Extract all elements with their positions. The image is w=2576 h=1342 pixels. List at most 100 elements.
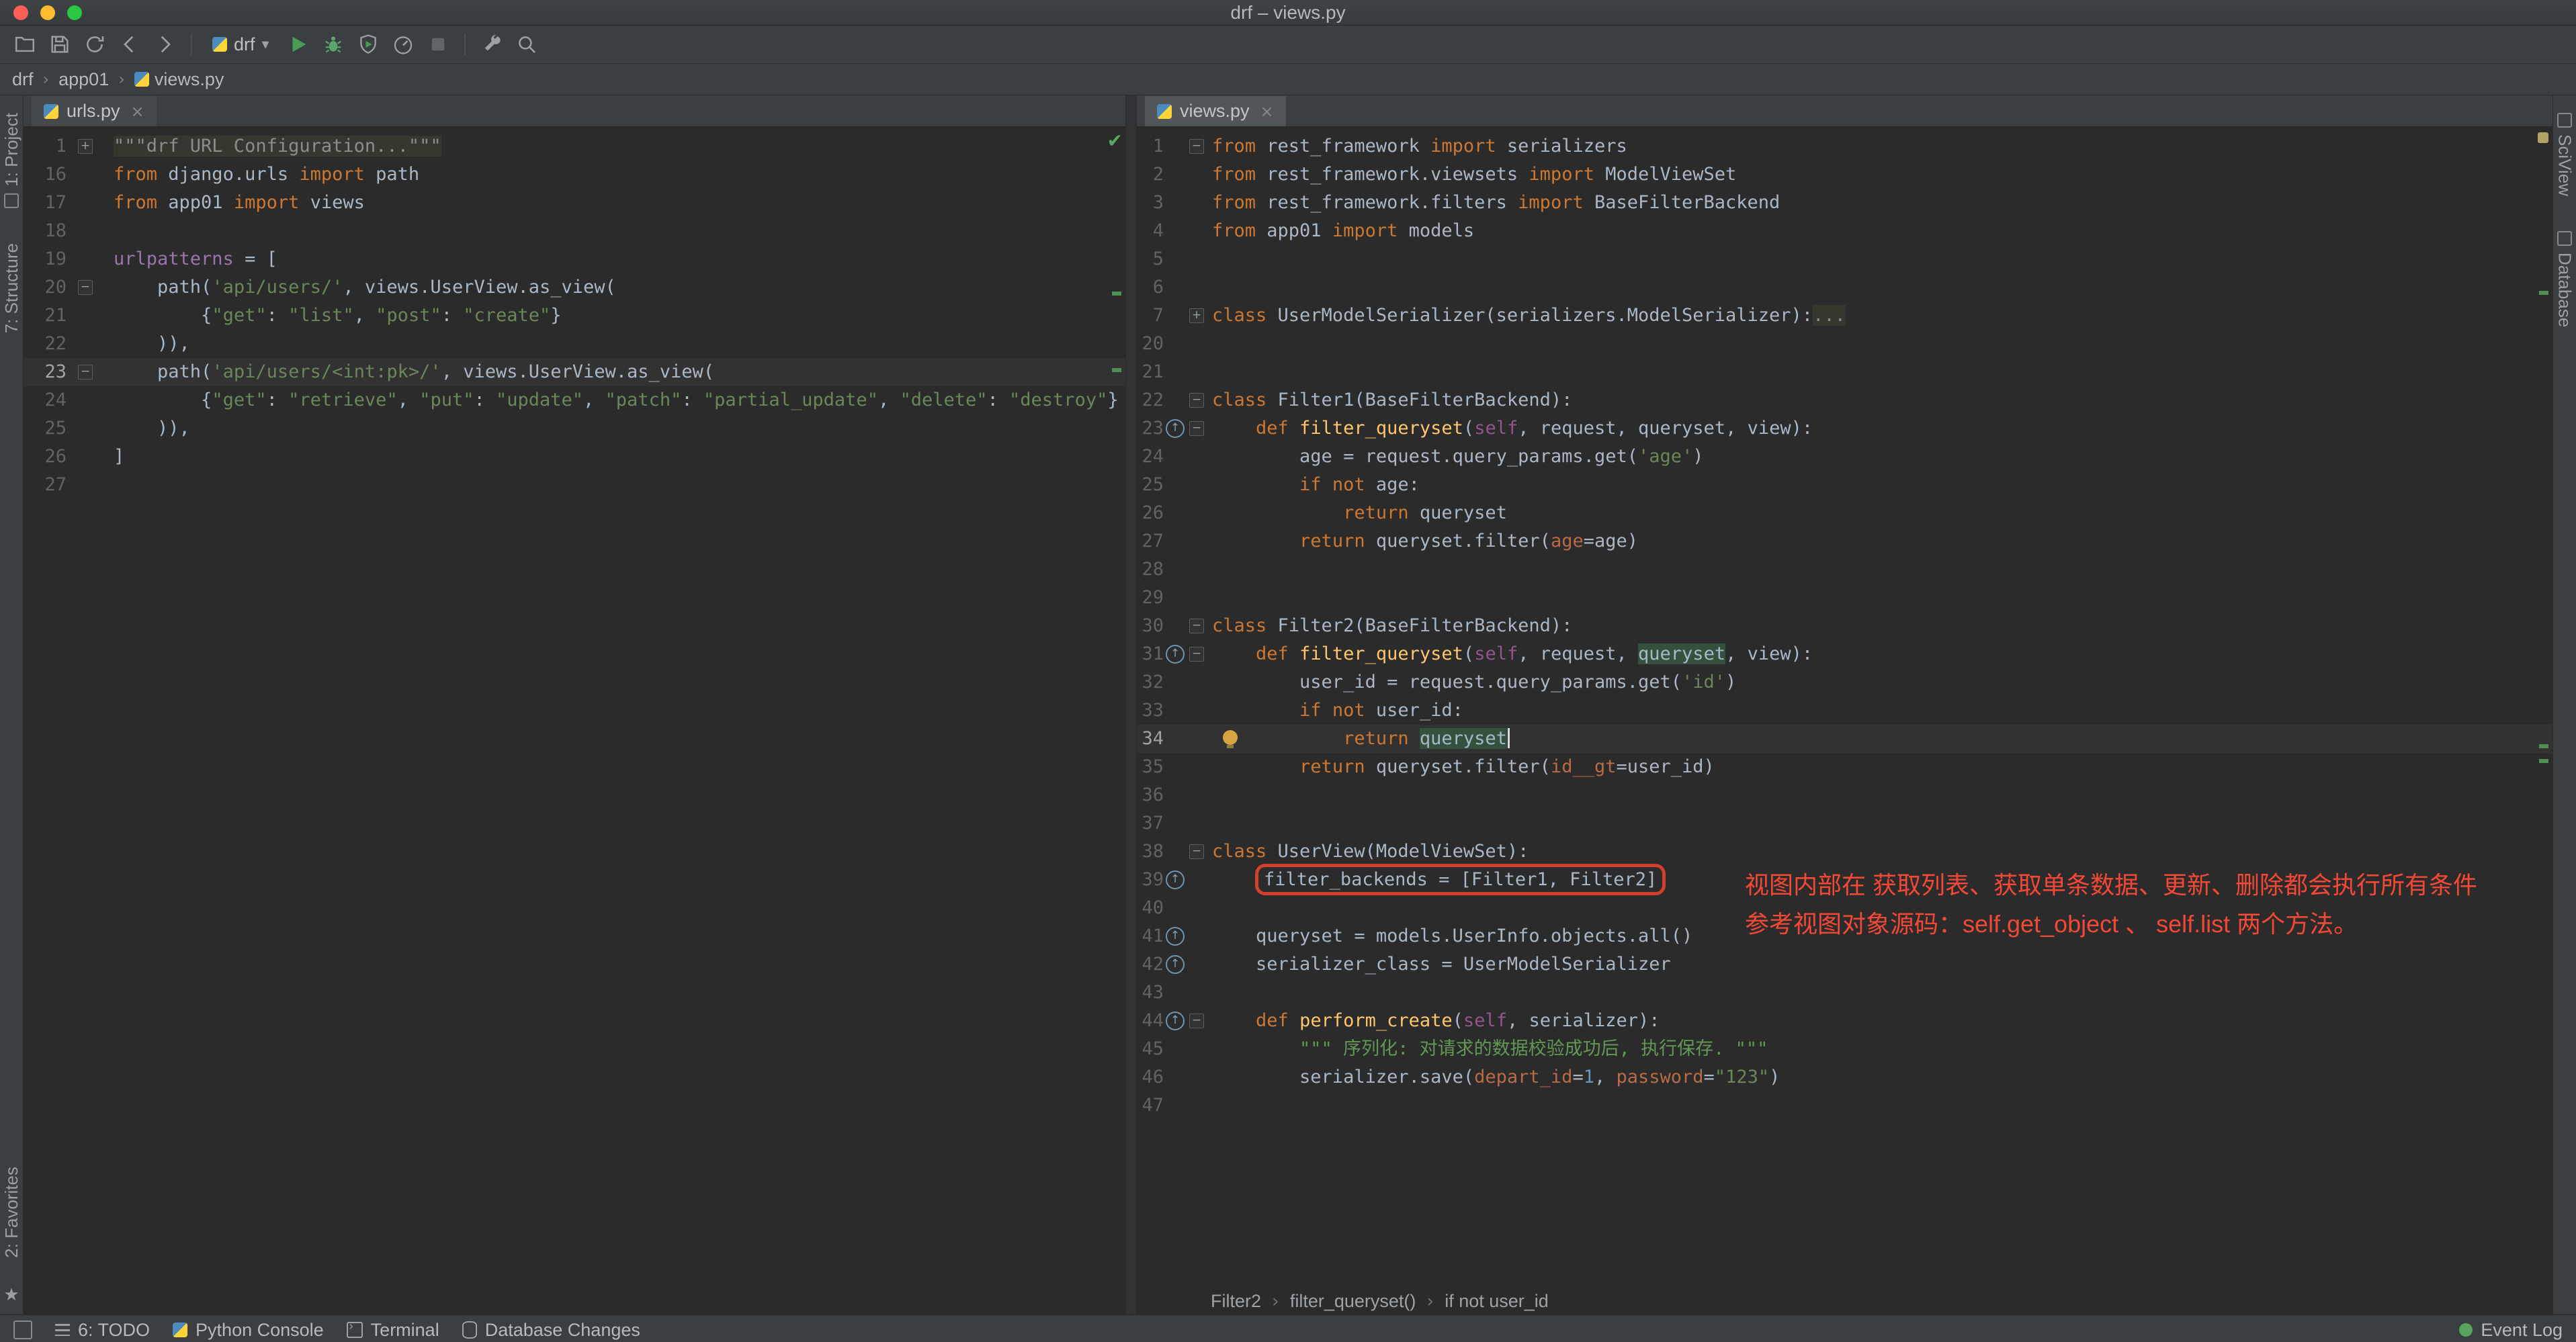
code-line[interactable]: 25 )),	[24, 414, 1125, 443]
inspection-indicator-icon[interactable]	[2538, 132, 2548, 143]
line-number[interactable]: 37	[1137, 809, 1164, 838]
code-line[interactable]: 16from django.urls import path	[24, 161, 1125, 189]
line-number[interactable]: 7	[1137, 302, 1164, 330]
tool-window-button-todo[interactable]: 6: TODO	[55, 1320, 150, 1341]
tool-window-button-database-changes[interactable]: Database Changes	[462, 1320, 640, 1341]
line-number[interactable]: 38	[1137, 838, 1164, 866]
code-text[interactable]: def filter_queryset(self, request, query…	[1207, 414, 2552, 443]
line-number[interactable]: 28	[1137, 555, 1164, 584]
code-text[interactable]: path('api/users/<int:pk>/', views.UserVi…	[104, 358, 1125, 386]
fold-toggle[interactable]: −	[78, 280, 93, 295]
code-text[interactable]	[1207, 809, 2552, 838]
code-text[interactable]: class UserView(ModelViewSet):	[1207, 838, 2552, 866]
code-text[interactable]: def filter_queryset(self, request, query…	[1207, 640, 2552, 668]
code-line[interactable]: 47	[1137, 1091, 2552, 1120]
line-number[interactable]: 27	[1137, 527, 1164, 555]
fold-toggle[interactable]: −	[1189, 421, 1204, 436]
code-text[interactable]: class Filter1(BaseFilterBackend):	[1207, 386, 2552, 414]
tool-window-button-project[interactable]: 1: Project	[1, 113, 22, 208]
code-line[interactable]: 30−class Filter2(BaseFilterBackend):	[1137, 612, 2552, 640]
line-number[interactable]: 25	[24, 414, 67, 443]
line-number[interactable]: 21	[1137, 358, 1164, 386]
fold-toggle[interactable]: −	[78, 365, 93, 379]
override-icon[interactable]: ↑	[1166, 1012, 1185, 1030]
gutter[interactable]: 34	[1137, 725, 1207, 753]
tool-window-button-structure[interactable]: 7: Structure	[1, 243, 22, 333]
gutter[interactable]: 17	[24, 189, 104, 217]
code-line[interactable]: 18	[24, 217, 1125, 245]
gutter[interactable]: 21	[1137, 358, 1207, 386]
gutter[interactable]: 4	[1137, 217, 1207, 245]
gutter[interactable]: 37	[1137, 809, 1207, 838]
save-all-icon[interactable]	[44, 29, 75, 60]
gutter[interactable]: 47	[1137, 1091, 1207, 1120]
tool-window-switcher-icon[interactable]	[13, 1321, 32, 1339]
line-number[interactable]: 29	[1137, 584, 1164, 612]
fold-toggle[interactable]: −	[1189, 844, 1204, 859]
code-text[interactable]: urlpatterns = [	[104, 245, 1125, 273]
code-line[interactable]: 20− path('api/users/', views.UserView.as…	[24, 273, 1125, 302]
fold-toggle[interactable]: −	[1189, 139, 1204, 154]
gutter[interactable]: 21	[24, 302, 104, 330]
event-log-button[interactable]: Event Log	[2459, 1320, 2563, 1341]
gutter[interactable]: 27	[1137, 527, 1207, 555]
back-icon[interactable]	[114, 29, 145, 60]
code-text[interactable]: from rest_framework import serializers	[1207, 132, 2552, 161]
code-text[interactable]: serializer_class = UserModelSerializer	[1207, 950, 2552, 979]
gutter[interactable]: 20−	[24, 273, 104, 302]
code-line[interactable]: 1−from rest_framework import serializers	[1137, 132, 2552, 161]
tool-window-button-sciview[interactable]: SciView	[2554, 113, 2575, 196]
override-icon[interactable]: ↑	[1166, 870, 1185, 889]
gutter[interactable]: 19	[24, 245, 104, 273]
line-number[interactable]: 20	[24, 273, 67, 302]
line-number[interactable]: 44	[1137, 1007, 1164, 1035]
code-text[interactable]: {"get": "list", "post": "create"}	[104, 302, 1125, 330]
run-configuration-select[interactable]: drf ▾	[203, 30, 279, 59]
line-number[interactable]: 35	[1137, 753, 1164, 781]
fold-toggle[interactable]: +	[78, 139, 93, 154]
line-number[interactable]: 23	[1137, 414, 1164, 443]
code-text[interactable]: )),	[104, 330, 1125, 358]
fold-toggle[interactable]: −	[1189, 1014, 1204, 1028]
code-line[interactable]: 21 {"get": "list", "post": "create"}	[24, 302, 1125, 330]
line-number[interactable]: 40	[1137, 894, 1164, 922]
gutter[interactable]: 23−	[24, 358, 104, 386]
run-with-coverage-icon[interactable]	[353, 29, 384, 60]
gutter[interactable]: 23↑−	[1137, 414, 1207, 443]
code-line[interactable]: 19urlpatterns = [	[24, 245, 1125, 273]
gutter[interactable]: 28	[1137, 555, 1207, 584]
fold-toggle[interactable]: −	[1189, 393, 1204, 408]
code-line[interactable]: 29	[1137, 584, 2552, 612]
profiler-icon[interactable]	[388, 29, 419, 60]
code-line[interactable]: 20	[1137, 330, 2552, 358]
code-text[interactable]	[1207, 979, 2552, 1007]
fold-toggle[interactable]: −	[1189, 647, 1204, 662]
gutter[interactable]: 22−	[1137, 386, 1207, 414]
code-line[interactable]: 26 return queryset	[1137, 499, 2552, 527]
tab-urls-py[interactable]: urls.py	[32, 96, 157, 126]
gutter[interactable]: 22	[24, 330, 104, 358]
line-number[interactable]: 34	[1137, 725, 1164, 753]
gutter[interactable]: 25	[1137, 471, 1207, 499]
code-line[interactable]: 32 user_id = request.query_params.get('i…	[1137, 668, 2552, 697]
gutter[interactable]: 30−	[1137, 612, 1207, 640]
code-text[interactable]: from rest_framework.filters import BaseF…	[1207, 189, 2552, 217]
line-number[interactable]: 3	[1137, 189, 1164, 217]
search-icon[interactable]	[511, 29, 542, 60]
gutter[interactable]: 39↑	[1137, 866, 1207, 894]
line-number[interactable]: 4	[1137, 217, 1164, 245]
code-line[interactable]: 44↑− def perform_create(self, serializer…	[1137, 1007, 2552, 1035]
code-line[interactable]: 26]	[24, 443, 1125, 471]
code-line[interactable]: 1+"""drf URL Configuration..."""	[24, 132, 1125, 161]
gutter[interactable]: 42↑	[1137, 950, 1207, 979]
code-line[interactable]: 17from app01 import views	[24, 189, 1125, 217]
code-text[interactable]	[104, 471, 1125, 499]
code-text[interactable]: {"get": "retrieve", "put": "update", "pa…	[104, 386, 1125, 414]
code-text[interactable]: class UserModelSerializer(serializers.Mo…	[1207, 302, 2552, 330]
line-number[interactable]: 47	[1137, 1091, 1164, 1120]
code-line[interactable]: 31↑− def filter_queryset(self, request, …	[1137, 640, 2552, 668]
breadcrumb-statement[interactable]: if not user_id	[1445, 1291, 1549, 1312]
code-text[interactable]: return queryset.filter(age=age)	[1207, 527, 2552, 555]
line-number[interactable]: 21	[24, 302, 67, 330]
line-number[interactable]: 32	[1137, 668, 1164, 697]
